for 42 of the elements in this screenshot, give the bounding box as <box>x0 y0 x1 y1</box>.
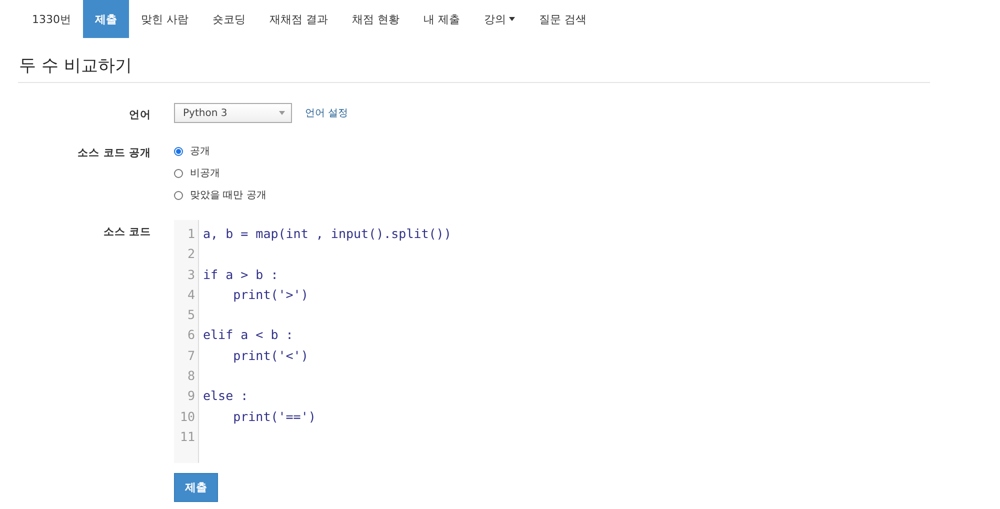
line-number: 3 <box>186 266 195 284</box>
field-label: 소스 코드 공개 <box>76 146 151 161</box>
code-editor[interactable]: 1 2 3 4 5 6 7 8 9 10 11 a, b = map(int , input().split()) if a > b : print('>') elif a < b : print('<') else : print('==') <box>174 220 484 464</box>
code-line: print('==') <box>232 408 317 426</box>
language-select[interactable]: Python 3 <box>174 103 292 123</box>
field-label: 소스 코드 <box>102 225 151 240</box>
radio-button[interactable] <box>174 168 183 178</box>
code-line: print('>') <box>232 286 310 304</box>
nav-tab[interactable]: 맞힌 사람 <box>129 0 200 38</box>
code-line: print('<') <box>232 346 310 365</box>
nav-tab[interactable]: 1330번 <box>20 0 83 38</box>
nav-tab[interactable]: 채점 현황 <box>340 0 412 38</box>
radio-button[interactable] <box>174 190 183 200</box>
radio-button[interactable] <box>174 146 183 156</box>
radio-label: 맞았을 때만 공개 <box>190 189 266 202</box>
line-number: 11 <box>178 428 195 446</box>
line-number: 5 <box>186 306 195 324</box>
language-settings-link[interactable]: 언어 설정 <box>305 106 348 120</box>
code-line: if a > b : <box>203 266 280 284</box>
line-number: 2 <box>186 245 195 264</box>
code-line: elif a < b : <box>203 326 294 344</box>
line-number: 4 <box>186 286 195 304</box>
field-label: 언어 <box>128 108 151 123</box>
nav-tab[interactable]: 내 제출 <box>412 0 472 38</box>
nav-tab[interactable]: 숏코딩 <box>200 0 258 38</box>
code-line: a, b = map(int , input().split()) <box>203 225 452 243</box>
code-line: else : <box>203 387 250 406</box>
nav-tab[interactable]: 제출 <box>83 0 129 38</box>
line-number: 1 <box>186 225 195 243</box>
radio-label: 비공개 <box>190 167 220 180</box>
caret-icon <box>279 111 285 115</box>
radio-label: 공개 <box>190 145 210 158</box>
line-number: 10 <box>178 408 195 426</box>
submit-button[interactable]: 제출 <box>174 473 218 502</box>
line-number: 6 <box>186 326 195 344</box>
nav-tab[interactable]: 강의 <box>472 0 527 38</box>
page-title: 두 수 비교하기 <box>19 55 133 78</box>
line-number: 8 <box>186 367 195 386</box>
nav-tab[interactable]: 질문 검색 <box>527 0 598 38</box>
line-number: 7 <box>186 346 195 365</box>
nav-tab[interactable]: 재채점 결과 <box>258 0 340 38</box>
line-number: 9 <box>186 387 195 406</box>
